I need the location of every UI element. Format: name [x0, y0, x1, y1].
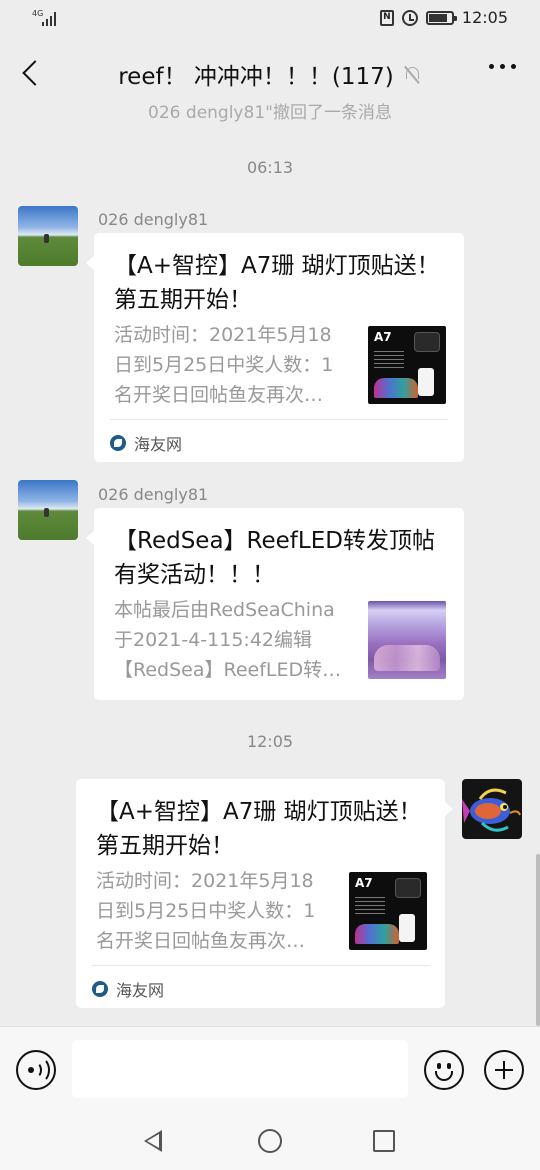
- card-thumbnail: A7: [368, 326, 446, 404]
- card-source: 海友网: [92, 977, 164, 1001]
- nav-recents-icon[interactable]: [373, 1130, 395, 1152]
- own-link-card[interactable]: 【A+智控】A7珊 瑚灯顶贴送！第五期开始！ 活动时间：2021年5月18日到5…: [76, 779, 453, 1008]
- own-avatar[interactable]: [462, 779, 522, 839]
- card-description: 活动时间：2021年5月18日到5月25日中奖人数：1名开奖日回帖鱼友再次…: [114, 324, 334, 406]
- timestamp: 12:05: [246, 732, 294, 751]
- thumbnail-label: A7: [355, 876, 373, 890]
- card-divider: [92, 965, 429, 966]
- status-icons: N 12:05: [379, 8, 508, 27]
- source-name: 海友网: [116, 981, 165, 1000]
- avatar[interactable]: [18, 206, 78, 266]
- clock: 12:05: [461, 8, 508, 27]
- chat-title: reef！ 冲冲冲！！！(117): [118, 64, 394, 90]
- nav-home-icon[interactable]: [258, 1129, 282, 1153]
- card-title: 【A+智控】A7珊 瑚灯顶贴送！第五期开始！: [114, 253, 440, 313]
- voice-icon[interactable]: [16, 1050, 56, 1090]
- battery-icon: [425, 10, 457, 25]
- more-icon[interactable]: [489, 64, 516, 69]
- nfc-icon: N: [379, 9, 394, 26]
- source-logo-icon: [110, 435, 126, 451]
- card-thumbnail: A7: [349, 872, 427, 950]
- timestamp: 06:13: [246, 158, 294, 177]
- card-description: 本帖最后由RedSeaChina于2021-4-115:42编辑【RedSea】…: [114, 599, 342, 681]
- link-card[interactable]: 【A+智控】A7珊 瑚灯顶贴送！第五期开始！ 活动时间：2021年5月18日到5…: [86, 233, 464, 462]
- card-description: 活动时间：2021年5月18日到5月25日中奖人数：1名开奖日回帖鱼友再次…: [96, 870, 316, 952]
- sender-name: 026 dengly81: [98, 210, 209, 229]
- card-divider: [110, 419, 448, 420]
- system-nav-bar: [0, 1110, 540, 1170]
- status-bar: 4G N 12:05: [0, 0, 540, 38]
- emoji-icon[interactable]: [424, 1050, 464, 1090]
- link-card[interactable]: 【RedSea】ReefLED转发顶帖有奖活动！！！ 本帖最后由RedSeaCh…: [86, 508, 464, 700]
- alarm-icon: [401, 9, 418, 26]
- card-title: 【RedSea】ReefLED转发顶帖有奖活动！！！: [114, 528, 435, 588]
- plus-icon[interactable]: [484, 1050, 524, 1090]
- input-bar: [0, 1026, 540, 1110]
- sender-name: 026 dengly81: [98, 485, 209, 504]
- message-input[interactable]: [72, 1040, 408, 1098]
- card-source: 海友网: [110, 431, 182, 455]
- title-wrap: reef！ 冲冲冲！！！(117): [60, 56, 480, 92]
- signal-icon: 4G: [32, 10, 60, 28]
- back-icon[interactable]: [18, 58, 46, 88]
- mute-icon: [402, 64, 422, 84]
- nav-back-icon[interactable]: [144, 1130, 162, 1152]
- source-name: 海友网: [134, 435, 183, 454]
- source-logo-icon: [92, 981, 108, 997]
- card-thumbnail: [368, 601, 446, 679]
- chat-area[interactable]: 026 dengly81"撤回了一条消息 06:13 026 dengly81 …: [0, 96, 540, 1026]
- scrollbar[interactable]: [536, 854, 540, 1026]
- recall-notice: 026 dengly81"撤回了一条消息: [148, 103, 392, 123]
- card-title: 【A+智控】A7珊 瑚灯顶贴送！第五期开始！: [96, 799, 422, 859]
- avatar[interactable]: [18, 480, 78, 540]
- thumbnail-label: A7: [374, 330, 392, 344]
